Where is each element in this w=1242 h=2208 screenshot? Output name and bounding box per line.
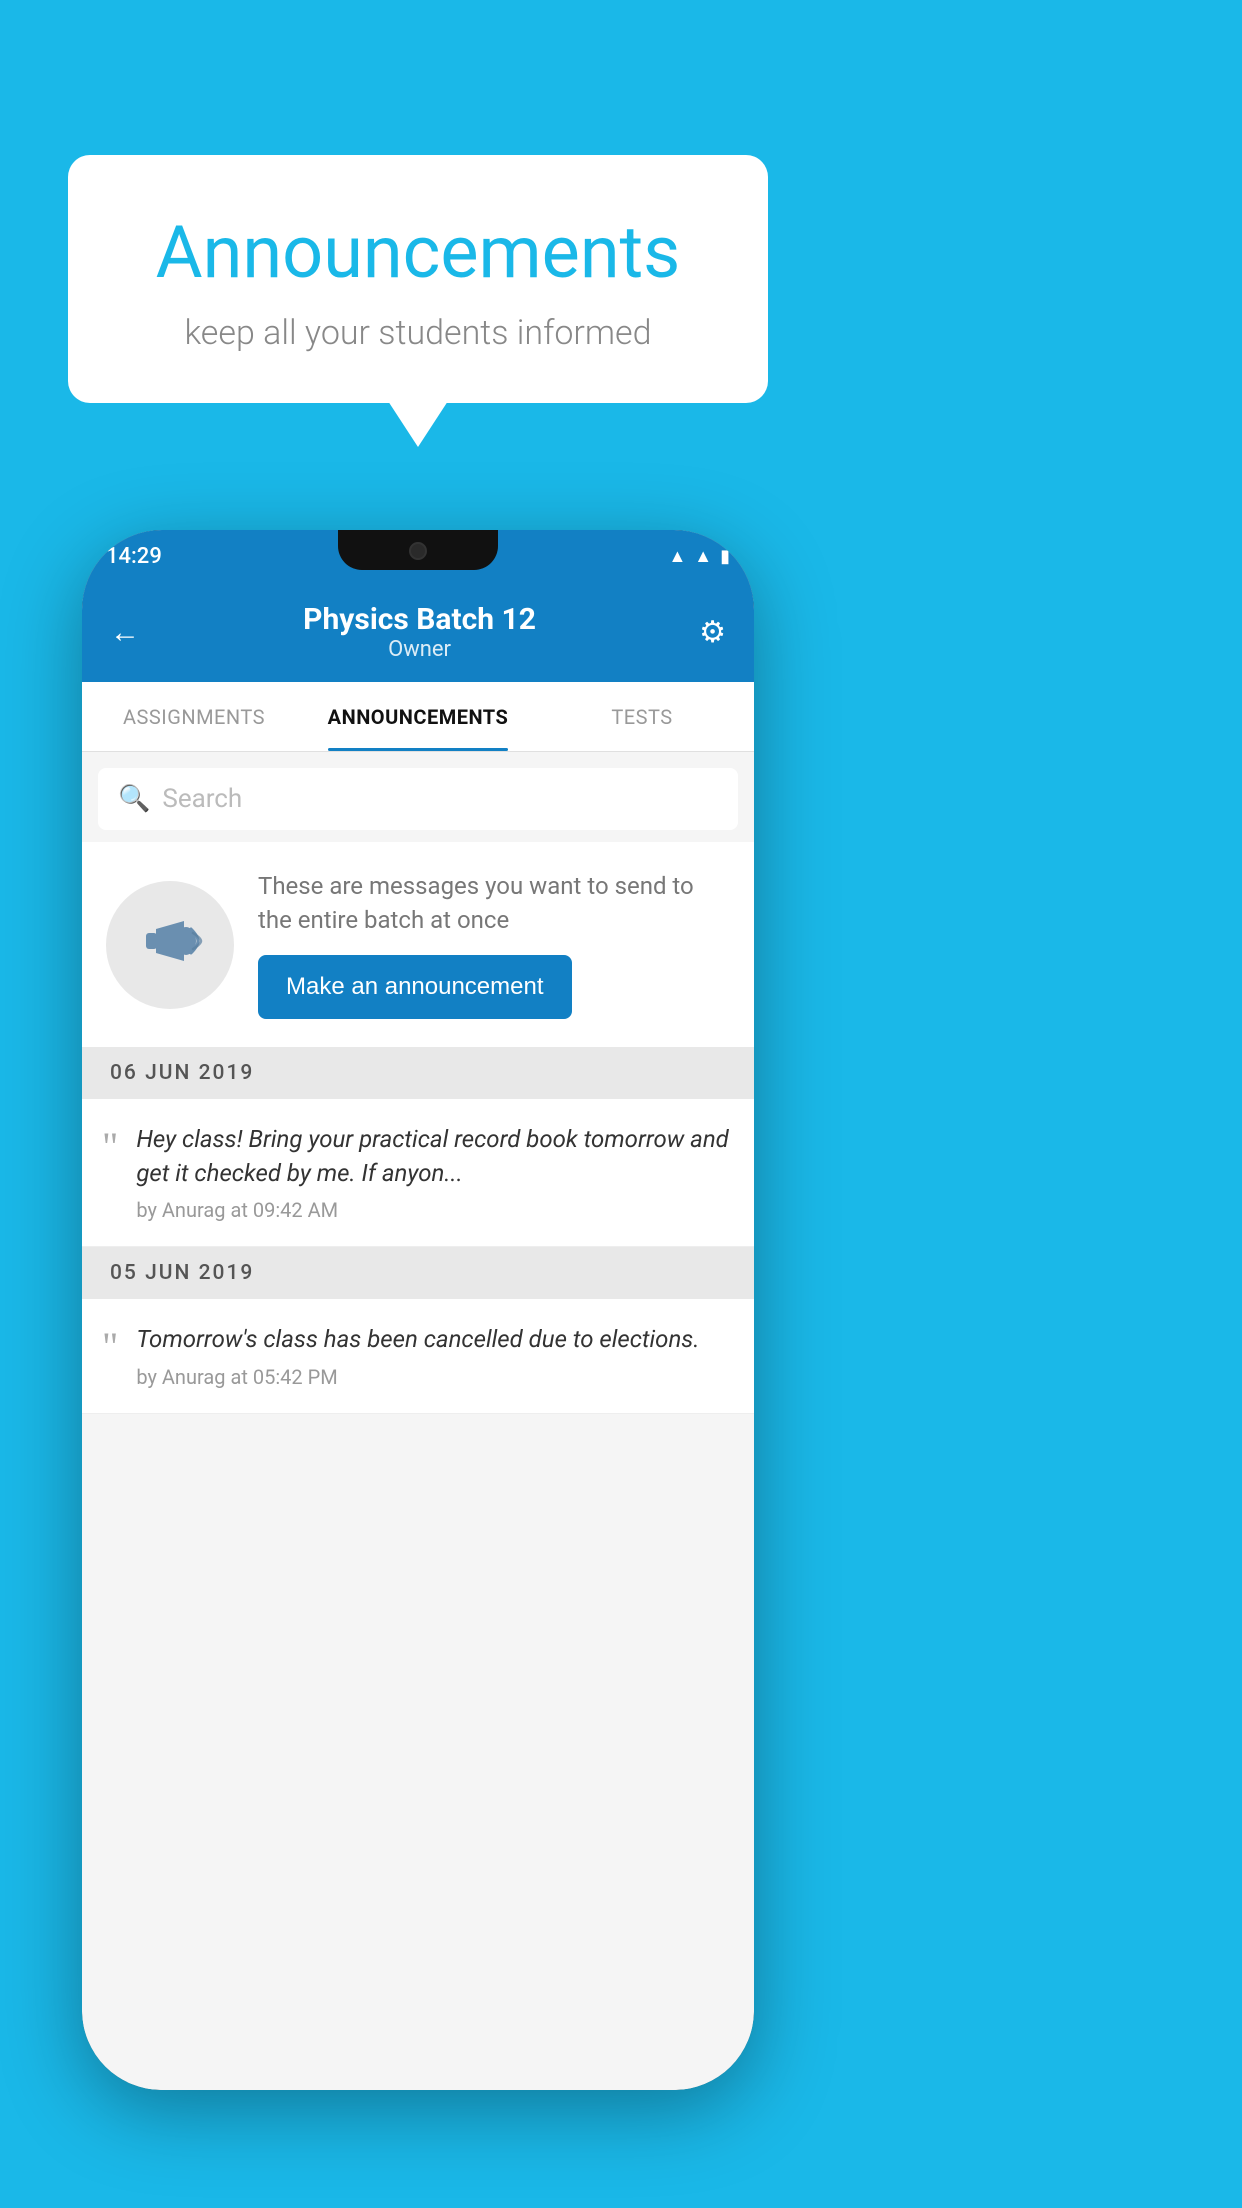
tab-tests[interactable]: TESTS: [530, 682, 754, 751]
date-divider-1: 06 JUN 2019: [82, 1047, 754, 1099]
batch-role: Owner: [140, 637, 699, 662]
settings-icon[interactable]: ⚙: [699, 615, 726, 650]
speech-bubble: Announcements keep all your students inf…: [68, 155, 768, 403]
phone-screen: 14:29 ▲ ▲ ▮ ← Physics Batch 12 Owner ⚙ A…: [82, 530, 754, 2090]
battery-icon: ▮: [720, 546, 730, 567]
tab-announcements[interactable]: ANNOUNCEMENTS: [306, 682, 530, 751]
tab-assignments[interactable]: ASSIGNMENTS: [82, 682, 306, 751]
quote-icon-2: ": [102, 1327, 118, 1367]
announcement-item-2[interactable]: " Tomorrow's class has been cancelled du…: [82, 1299, 754, 1414]
batch-name: Physics Batch 12: [140, 602, 699, 637]
announce-text-2: Tomorrow's class has been cancelled due …: [136, 1323, 734, 1357]
phone-frame: 14:29 ▲ ▲ ▮ ← Physics Batch 12 Owner ⚙ A…: [82, 530, 754, 2090]
make-announcement-button[interactable]: Make an announcement: [258, 955, 572, 1019]
date-divider-2: 05 JUN 2019: [82, 1247, 754, 1299]
announce-message-2: Tomorrow's class has been cancelled due …: [136, 1323, 734, 1389]
announcement-item-1[interactable]: " Hey class! Bring your practical record…: [82, 1099, 754, 1247]
speech-bubble-title: Announcements: [128, 210, 708, 295]
app-bar: ← Physics Batch 12 Owner ⚙: [82, 582, 754, 682]
search-icon: 🔍: [118, 784, 150, 814]
megaphone-icon: [136, 911, 204, 979]
announce-text-1: Hey class! Bring your practical record b…: [136, 1123, 734, 1190]
signal-icon: ▲: [694, 546, 712, 567]
search-placeholder: Search: [162, 784, 242, 814]
announce-message-1: Hey class! Bring your practical record b…: [136, 1123, 734, 1222]
announce-promo-desc: These are messages you want to send to t…: [258, 870, 730, 937]
back-button[interactable]: ←: [110, 615, 140, 650]
phone-notch: [338, 530, 498, 570]
speech-bubble-subtitle: keep all your students informed: [128, 313, 708, 353]
status-icons: ▲ ▲ ▮: [668, 546, 730, 567]
status-time: 14:29: [106, 544, 162, 569]
announce-meta-1: by Anurag at 09:42 AM: [136, 1198, 734, 1222]
announce-promo-text: These are messages you want to send to t…: [258, 870, 730, 1019]
announce-promo: These are messages you want to send to t…: [82, 842, 754, 1047]
quote-icon-1: ": [102, 1127, 118, 1167]
app-bar-title: Physics Batch 12 Owner: [140, 602, 699, 662]
wifi-icon: ▲: [668, 546, 686, 567]
announce-meta-2: by Anurag at 05:42 PM: [136, 1365, 734, 1389]
content-area: 🔍 Search: [82, 752, 754, 2090]
camera-dot: [409, 542, 427, 560]
tabs-bar: ASSIGNMENTS ANNOUNCEMENTS TESTS: [82, 682, 754, 752]
announce-icon-circle: [106, 881, 234, 1009]
search-bar[interactable]: 🔍 Search: [98, 768, 738, 830]
